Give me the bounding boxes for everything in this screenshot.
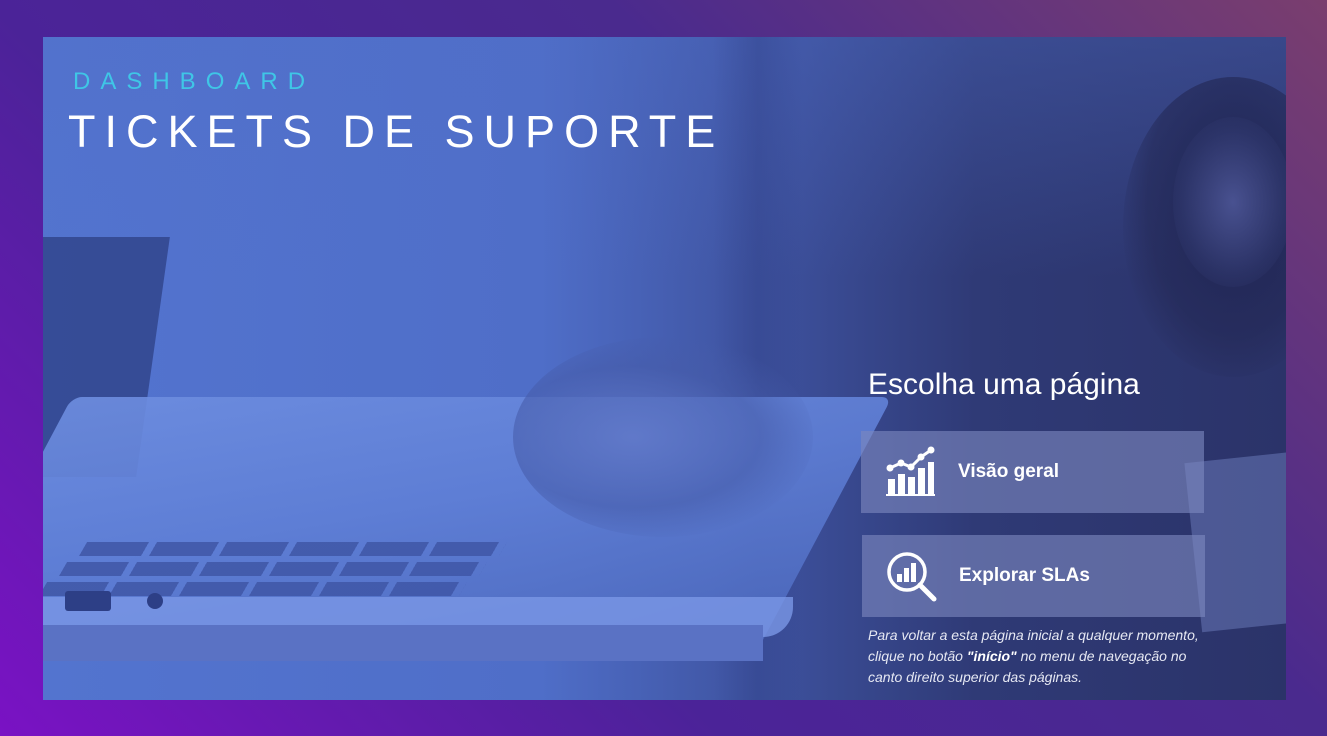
explore-slas-button-label: Explorar SLAs: [959, 565, 1090, 586]
line-bar-chart-icon: [886, 446, 935, 496]
laptop-image: [43, 397, 893, 657]
laptop-screen-image: [43, 237, 170, 477]
laptop-side-image: [43, 625, 763, 661]
home-canvas: DASHBOARD TICKETS DE SUPORTE Escolha uma…: [43, 37, 1286, 700]
page-title: TICKETS DE SUPORTE: [68, 106, 725, 157]
navigation-hint: Para voltar a esta página inicial a qual…: [868, 625, 1208, 688]
dashboard-kicker: DASHBOARD: [73, 68, 316, 95]
person-face-image: [1173, 117, 1286, 287]
keyboard-row: [78, 542, 508, 556]
photo-divider: [713, 37, 803, 700]
choose-page-heading: Escolha uma página: [868, 368, 1140, 401]
overview-button-label: Visão geral: [958, 461, 1060, 482]
overview-button[interactable]: Visão geral: [861, 431, 1204, 513]
person-image: [1123, 77, 1286, 377]
hint-home-button-name: "início": [966, 648, 1017, 664]
explore-slas-button[interactable]: Explorar SLAs: [862, 535, 1205, 617]
usb-port-image: [65, 591, 111, 611]
audio-port-image: [147, 593, 163, 609]
hand-image: [513, 337, 813, 537]
keyboard-row: [58, 562, 488, 576]
magnifier-chart-icon: [887, 552, 937, 602]
